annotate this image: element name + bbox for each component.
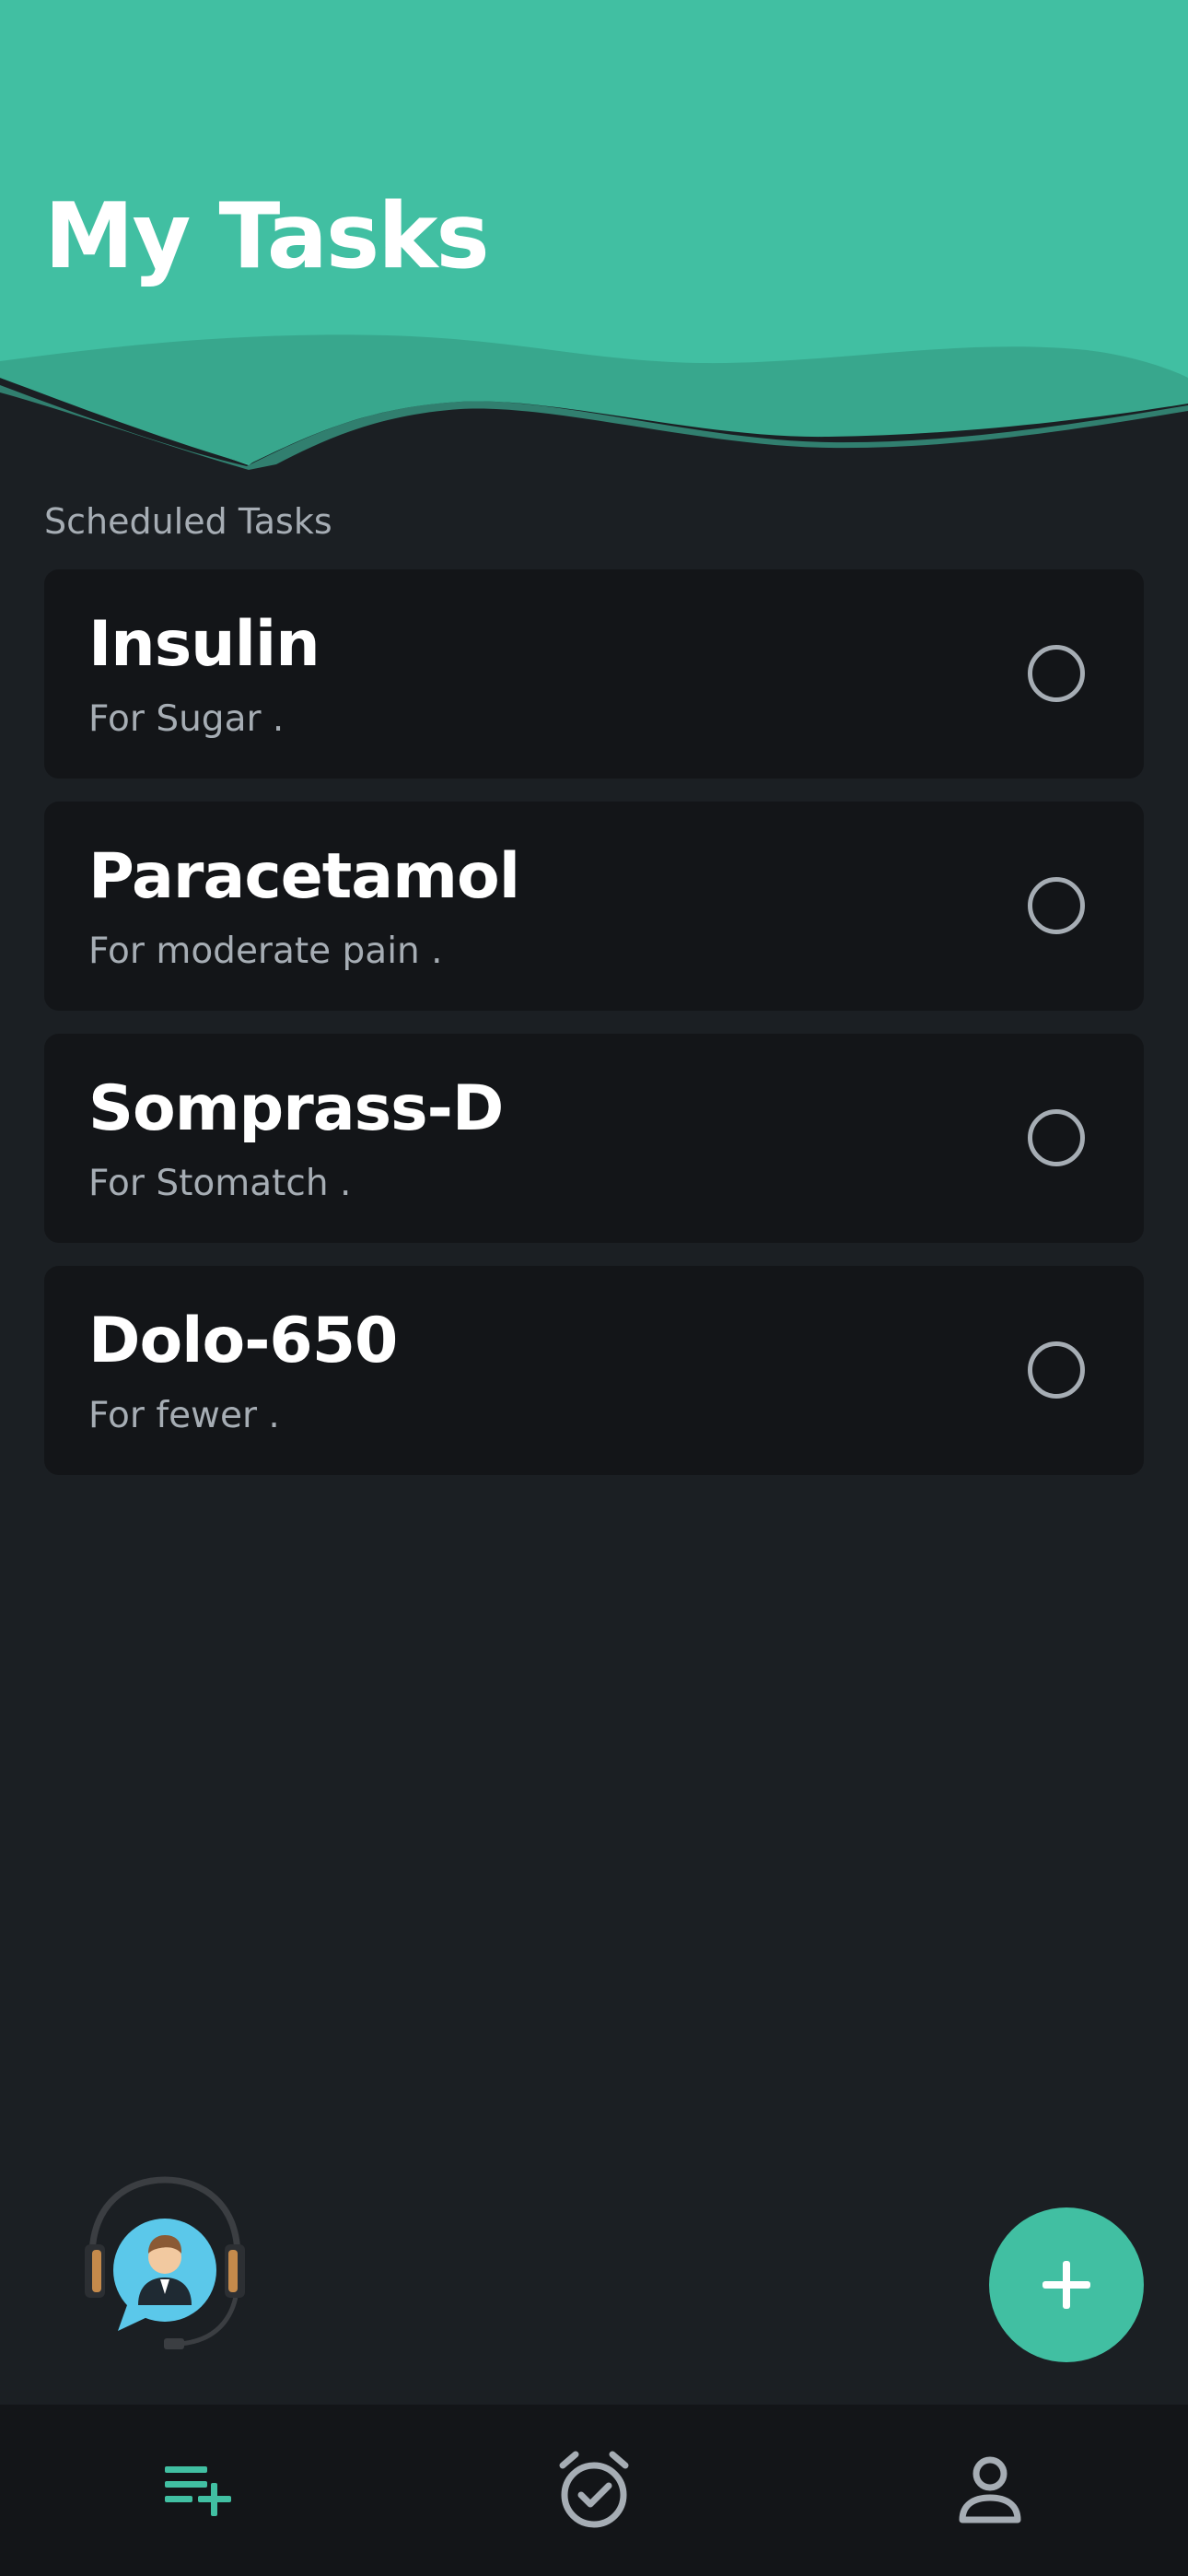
task-card[interactable]: Dolo-650 For fewer . — [44, 1266, 1144, 1475]
task-description: For fewer . — [88, 1395, 280, 1436]
task-card[interactable]: Paracetamol For moderate pain . — [44, 802, 1144, 1011]
task-description: For Stomatch . — [88, 1163, 352, 1204]
task-card[interactable]: Insulin For Sugar . — [44, 569, 1144, 779]
task-name: Paracetamol — [88, 840, 520, 913]
nav-profile[interactable] — [949, 2449, 1031, 2532]
task-description: For Sugar . — [88, 698, 285, 740]
task-complete-radio[interactable] — [1028, 877, 1085, 934]
person-icon — [959, 2456, 1021, 2523]
task-complete-radio[interactable] — [1028, 645, 1085, 702]
section-label: Scheduled Tasks — [44, 501, 332, 542]
task-description: For moderate pain . — [88, 931, 443, 972]
task-name: Dolo-650 — [88, 1305, 398, 1377]
task-complete-radio[interactable] — [1028, 1341, 1085, 1399]
add-task-button[interactable] — [989, 2207, 1144, 2362]
page-title: My Tasks — [44, 184, 490, 289]
task-complete-radio[interactable] — [1028, 1109, 1085, 1166]
task-name: Insulin — [88, 608, 320, 681]
support-agent-button[interactable] — [81, 2176, 249, 2360]
alarm-check-icon — [559, 2451, 629, 2528]
playlist-add-icon — [165, 2466, 231, 2516]
task-list: Insulin For Sugar . Paracetamol For mode… — [44, 569, 1144, 1498]
task-name: Somprass-D — [88, 1072, 504, 1145]
nav-tasks[interactable] — [158, 2449, 241, 2532]
task-card[interactable]: Somprass-D For Stomatch . — [44, 1034, 1144, 1243]
nav-reminders[interactable] — [553, 2449, 635, 2532]
bottom-navigation — [0, 2405, 1188, 2576]
support-agent-icon — [85, 2176, 245, 2349]
header-banner: My Tasks — [0, 0, 1188, 470]
plus-icon — [1042, 2261, 1090, 2309]
